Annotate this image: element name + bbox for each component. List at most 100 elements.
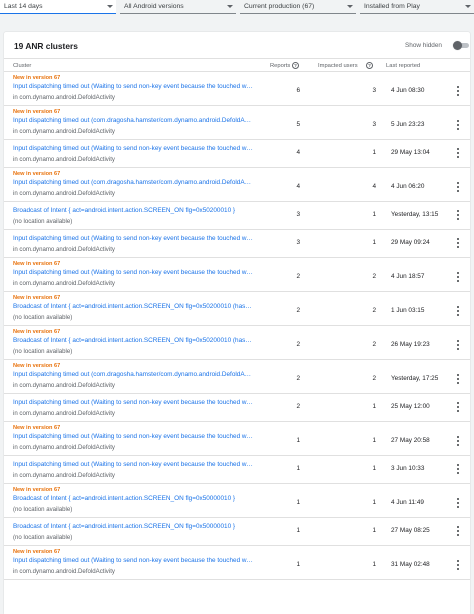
more-vert-icon[interactable] [455,306,461,316]
table-row[interactable]: Broadcast of Intent { act=android.intent… [4,518,470,546]
date-range-value: Last 14 days [4,3,43,10]
table-row[interactable]: Input dispatching timed out (Waiting to … [4,456,470,484]
cluster-title-link[interactable]: Broadcast of Intent { act=android.intent… [13,303,253,310]
android-version-select[interactable]: All Android versions [120,0,236,14]
table-row[interactable]: New in version 67 Input dispatching timed… [4,72,470,106]
last-reported-date: 4 Jun 11:49 [391,499,424,506]
release-select[interactable]: Current production (67) [240,0,356,14]
install-source-select[interactable]: Installed from Play [360,0,474,14]
last-reported-date: 4 Jun 06:20 [391,183,425,190]
more-vert-icon[interactable] [455,498,461,508]
table-row[interactable]: New in version 67 Broadcast of Intent { a… [4,484,470,518]
cluster-title-link[interactable]: Input dispatching timed out (Waiting to … [13,461,253,468]
cluster-title-link[interactable]: Input dispatching timed out (Waiting to … [13,269,253,276]
table-row[interactable]: New in version 67 Broadcast of Intent { a… [4,326,470,360]
table-row[interactable]: Input dispatching timed out (Waiting to … [4,394,470,422]
impacted-users-count: 1 [372,211,376,218]
cluster-title-link[interactable]: Input dispatching timed out (Waiting to … [13,557,253,564]
install-source-value: Installed from Play [364,3,420,10]
cluster-title-link[interactable]: Broadcast of Intent { act=android.intent… [13,337,253,344]
table-row[interactable]: New in version 67 Input dispatching timed… [4,422,470,456]
show-hidden-label: Show hidden [405,42,442,49]
cluster-title-link[interactable]: Input dispatching timed out (com.dragosh… [13,371,253,378]
more-vert-icon[interactable] [455,402,461,412]
new-version-badge: New in version 67 [13,329,61,335]
last-reported-date: Yesterday, 13:15 [391,211,439,218]
table-row[interactable]: New in version 67 Input dispatching timed… [4,546,470,580]
last-reported-date: 5 Jun 23:23 [391,121,425,128]
more-vert-icon[interactable] [455,210,461,220]
impacted-users-count: 1 [372,561,376,568]
chevron-down-icon [465,5,471,8]
cluster-location: (no location available) [13,534,73,541]
release-value: Current production (67) [244,3,315,10]
reports-count: 6 [296,87,300,94]
last-reported-date: 29 May 09:24 [391,239,430,246]
cluster-title-link[interactable]: Input dispatching timed out (Waiting to … [13,145,253,152]
impacted-users-count: 2 [372,273,376,280]
more-vert-icon[interactable] [455,526,461,536]
column-header-impacted-users[interactable]: Impacted users [318,63,358,69]
more-vert-icon[interactable] [455,560,461,570]
cluster-title-link[interactable]: Broadcast of Intent { act=android.intent… [13,495,253,502]
more-vert-icon[interactable] [455,120,461,130]
more-vert-icon[interactable] [455,340,461,350]
more-vert-icon[interactable] [455,182,461,192]
table-row[interactable]: New in version 67 Input dispatching timed… [4,360,470,394]
impacted-users-count: 3 [372,121,376,128]
reports-count: 4 [296,149,300,156]
android-version-value: All Android versions [124,3,184,10]
show-hidden-toggle[interactable] [453,41,470,50]
help-icon[interactable]: ? [292,62,299,69]
new-version-badge: New in version 67 [13,363,61,369]
column-header-cluster: Cluster [13,63,32,69]
help-icon[interactable]: ? [366,62,373,69]
table-row[interactable]: New in version 67 Input dispatching timed… [4,168,470,202]
date-range-select[interactable]: Last 14 days [0,0,116,14]
column-header-reports[interactable]: Reports [270,63,290,69]
table-row[interactable]: Input dispatching timed out (Waiting to … [4,230,470,258]
table-row[interactable]: New in version 67 Input dispatching timed… [4,106,470,140]
cluster-location: (no location available) [13,314,73,321]
last-reported-date: Yesterday, 17:25 [391,375,439,382]
last-reported-date: 27 May 08:25 [391,527,430,534]
new-version-badge: New in version 67 [13,549,61,555]
more-vert-icon[interactable] [455,464,461,474]
cluster-location: in com.dynamo.android.DefoldActivity [13,472,115,479]
cluster-title-link[interactable]: Input dispatching timed out (Waiting to … [13,433,253,440]
reports-count: 4 [296,183,300,190]
last-reported-date: 25 May 12:00 [391,403,430,410]
cluster-title-link[interactable]: Broadcast of Intent { act=android.intent… [13,523,253,530]
last-reported-date: 29 May 13:04 [391,149,430,156]
cluster-location: (no location available) [13,348,73,355]
column-header-last-reported[interactable]: Last reported [386,63,420,69]
table-row[interactable]: New in version 67 Broadcast of Intent { a… [4,292,470,326]
cluster-title-link[interactable]: Input dispatching timed out (Waiting to … [13,399,253,406]
cluster-location: in com.dynamo.android.DefoldActivity [13,444,115,451]
new-version-badge: New in version 67 [13,425,61,431]
more-vert-icon[interactable] [455,148,461,158]
impacted-users-count: 1 [372,239,376,246]
new-version-badge: New in version 67 [13,109,61,115]
last-reported-date: 31 May 02:48 [391,561,430,568]
reports-count: 2 [296,307,300,314]
cluster-title-link[interactable]: Input dispatching timed out (com.dragosh… [13,117,253,124]
table-header: Cluster Reports ? Impacted users ? Last … [4,58,470,72]
cluster-title-link[interactable]: Input dispatching timed out (com.dragosh… [13,179,253,186]
more-vert-icon[interactable] [455,238,461,248]
more-vert-icon[interactable] [455,436,461,446]
table-row[interactable]: New in version 67 Input dispatching timed… [4,258,470,292]
more-vert-icon[interactable] [455,86,461,96]
cluster-location: in com.dynamo.android.DefoldActivity [13,190,115,197]
cluster-title-link[interactable]: Input dispatching timed out (Waiting to … [13,83,253,90]
card-header: 19 ANR clusters Show hidden [4,32,470,58]
cluster-location: (no location available) [13,506,73,513]
cluster-title-link[interactable]: Input dispatching timed out (Waiting to … [13,235,253,242]
more-vert-icon[interactable] [455,272,461,282]
table-row[interactable]: Broadcast of Intent { act=android.intent… [4,202,470,230]
impacted-users-count: 3 [372,87,376,94]
chevron-down-icon [347,5,353,8]
cluster-title-link[interactable]: Broadcast of Intent { act=android.intent… [13,207,253,214]
table-row[interactable]: Input dispatching timed out (Waiting to … [4,140,470,168]
more-vert-icon[interactable] [455,374,461,384]
